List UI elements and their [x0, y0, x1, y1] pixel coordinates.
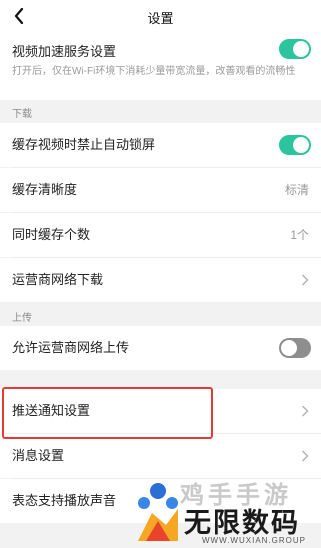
row-label: 消息设置: [12, 448, 65, 463]
cache-quality-value: 标清: [284, 183, 309, 197]
video-accel-description: 打开后，仅在Wi-Fi环境下消耗少量带宽流量，改善观看的流畅性: [12, 66, 296, 77]
toggle-knob: [293, 41, 309, 57]
chevron-right-icon: [301, 274, 309, 286]
watermark: 鸡手手游 无限数码 WWW.WUXIAN.GROUP: [128, 475, 321, 548]
carrier-upload-toggle[interactable]: [279, 338, 311, 358]
chevron-right-icon: [301, 405, 309, 417]
toggle-knob: [281, 340, 297, 356]
watermark-brand-main: 无限数码: [184, 508, 300, 539]
row-label: 同时缓存个数: [12, 227, 91, 242]
nav-bar: 设置: [0, 0, 321, 34]
row-label: 缓存视频时禁止自动锁屏: [12, 137, 156, 152]
row-label: 缓存清晰度: [12, 182, 78, 197]
row-carrier-upload[interactable]: 允许运营商网络上传: [0, 326, 321, 370]
watermark-logo-icon: [138, 483, 178, 541]
lock-screen-toggle[interactable]: [279, 135, 311, 155]
watermark-url: WWW.WUXIAN.GROUP: [202, 536, 306, 545]
chevron-right-icon: [301, 450, 309, 462]
video-accel-toggle[interactable]: [279, 39, 311, 59]
row-concurrent-cache[interactable]: 同时缓存个数 1个: [0, 213, 321, 257]
toggle-knob: [293, 137, 309, 153]
row-label: 运营商网络下载: [12, 272, 104, 287]
section-title-upload: 上传: [12, 313, 32, 324]
concurrent-cache-value: 1个: [290, 228, 309, 242]
row-lock-screen[interactable]: 缓存视频时禁止自动锁屏: [0, 123, 321, 167]
page-title: 设置: [147, 11, 174, 26]
highlight-box: [2, 387, 213, 439]
row-message-settings[interactable]: 消息设置: [0, 434, 321, 478]
row-carrier-download[interactable]: 运营商网络下载: [0, 258, 321, 302]
row-cache-quality[interactable]: 缓存清晰度 标清: [0, 168, 321, 212]
row-label: 允许运营商网络上传: [12, 340, 130, 355]
row-label: 表态支持播放声音: [12, 493, 117, 508]
section-title-download: 下载: [12, 109, 32, 120]
